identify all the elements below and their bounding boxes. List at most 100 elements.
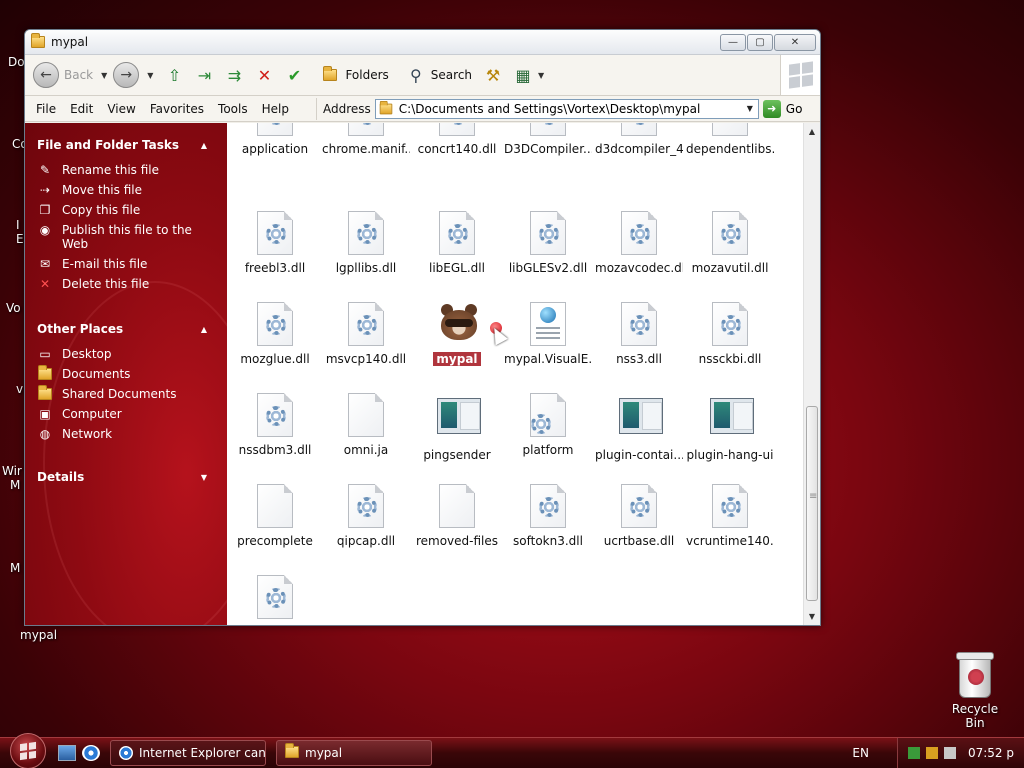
- security-tray-icon[interactable]: [925, 747, 938, 759]
- details-header[interactable]: Details ▼: [25, 467, 227, 487]
- collapse-icon[interactable]: ▲: [201, 325, 207, 334]
- file-item[interactable]: plugin-hang-ui: [686, 393, 774, 462]
- desktop-label[interactable]: M: [10, 561, 20, 575]
- desktop-label[interactable]: Do: [8, 55, 25, 69]
- place-desktop[interactable]: ▭ Desktop: [25, 347, 227, 361]
- up-folder-button[interactable]: ⇧: [163, 64, 185, 86]
- file-item[interactable]: nss3.dll: [595, 302, 683, 366]
- file-item[interactable]: lgpllibs.dll: [322, 211, 410, 275]
- views-button[interactable]: ▦: [512, 64, 534, 86]
- file-item[interactable]: libEGL.dll: [413, 211, 501, 275]
- menu-file[interactable]: File: [25, 102, 63, 116]
- desktop-label[interactable]: v: [16, 382, 23, 396]
- menu-tools[interactable]: Tools: [211, 102, 255, 116]
- task-copy[interactable]: ❐ Copy this file: [25, 203, 227, 217]
- ie-quicklaunch-icon[interactable]: [82, 745, 100, 761]
- file-item[interactable]: plugin-contai...: [595, 393, 683, 462]
- move-to-button[interactable]: ⇥: [193, 64, 215, 86]
- address-dropdown-icon[interactable]: ▼: [742, 104, 758, 113]
- delete-button[interactable]: ✕: [253, 64, 275, 86]
- file-folder-tasks-header[interactable]: File and Folder Tasks ▲: [25, 135, 227, 155]
- file-item[interactable]: precomplete: [231, 484, 319, 548]
- vertical-scrollbar[interactable]: ▲ ▼: [803, 123, 820, 625]
- file-item[interactable]: omni.ja: [322, 393, 410, 457]
- file-item[interactable]: dependentlibs...: [686, 123, 774, 156]
- menu-edit[interactable]: Edit: [63, 102, 100, 116]
- copy-to-button[interactable]: ⇉: [223, 64, 245, 86]
- maximize-button[interactable]: ▢: [747, 33, 773, 51]
- menu-view[interactable]: View: [100, 102, 142, 116]
- desktop-label[interactable]: Vo: [6, 301, 21, 315]
- taskbar-button-mypal[interactable]: mypal: [276, 740, 432, 766]
- minimize-button[interactable]: —: [720, 33, 746, 51]
- desktop-label[interactable]: E: [16, 232, 24, 246]
- file-item[interactable]: application: [231, 123, 319, 156]
- file-item[interactable]: nssdbm3.dll: [231, 393, 319, 457]
- folder-options-button[interactable]: ⚒: [482, 64, 504, 86]
- file-item[interactable]: concrt140.dll: [413, 123, 501, 156]
- file-item[interactable]: vcruntime140....: [686, 484, 774, 548]
- go-button[interactable]: ➜ Go: [762, 99, 802, 118]
- task-move[interactable]: ⇢ Move this file: [25, 183, 227, 197]
- file-item[interactable]: nssckbi.dll: [686, 302, 774, 366]
- mypal-raccoon-icon: [437, 302, 477, 348]
- file-item[interactable]: msvcp140.dll: [322, 302, 410, 366]
- desktop-icon-mypal[interactable]: mypal: [20, 628, 57, 642]
- file-item[interactable]: mypal: [413, 302, 501, 369]
- desktop-label[interactable]: I: [16, 218, 20, 232]
- place-computer[interactable]: ▣ Computer: [25, 407, 227, 421]
- desktop-label[interactable]: M: [10, 478, 20, 492]
- forward-history-dropdown[interactable]: ▼: [147, 71, 153, 80]
- start-button[interactable]: [10, 733, 46, 768]
- show-desktop-icon[interactable]: [58, 745, 76, 761]
- title-bar[interactable]: mypal — ▢ ✕: [25, 30, 820, 55]
- file-item[interactable]: removed-files: [413, 484, 501, 548]
- collapse-icon[interactable]: ▲: [201, 141, 207, 150]
- task-rename[interactable]: ✎ Rename this file: [25, 163, 227, 177]
- file-item[interactable]: mozavcodec.dll: [595, 211, 683, 275]
- volume-tray-icon[interactable]: [943, 747, 956, 759]
- task-delete[interactable]: ✕ Delete this file: [25, 277, 227, 291]
- file-item[interactable]: freebl3.dll: [231, 211, 319, 275]
- file-item[interactable]: platform: [504, 393, 592, 457]
- back-history-dropdown[interactable]: ▼: [101, 71, 107, 80]
- forward-button[interactable]: →: [113, 62, 140, 88]
- file-item[interactable]: pingsender: [413, 393, 501, 462]
- task-publish-web[interactable]: ◉ Publish this file to the Web: [25, 223, 227, 251]
- file-item[interactable]: ucrtbase.dll: [595, 484, 683, 548]
- menu-favorites[interactable]: Favorites: [143, 102, 211, 116]
- close-button[interactable]: ✕: [774, 33, 816, 51]
- file-item[interactable]: mypal.VisualE...: [504, 302, 592, 366]
- file-item[interactable]: mozglue.dll: [231, 302, 319, 366]
- scroll-up-icon[interactable]: ▲: [804, 123, 820, 140]
- place-network[interactable]: ◍ Network: [25, 427, 227, 441]
- language-indicator[interactable]: EN: [852, 746, 869, 760]
- menu-help[interactable]: Help: [255, 102, 296, 116]
- folders-button[interactable]: Folders: [315, 64, 389, 86]
- task-email[interactable]: ✉ E-mail this file: [25, 257, 227, 271]
- file-item[interactable]: libGLESv2.dll: [504, 211, 592, 275]
- search-button[interactable]: ⚲ Search: [401, 64, 472, 86]
- file-item[interactable]: d3dcompiler_4...: [595, 123, 683, 156]
- address-input[interactable]: C:\Documents and Settings\Vortex\Desktop…: [374, 98, 759, 119]
- file-item[interactable]: xul.dll: [231, 575, 319, 625]
- expand-icon[interactable]: ▼: [201, 473, 207, 482]
- file-item[interactable]: qipcap.dll: [322, 484, 410, 548]
- place-shared-documents[interactable]: Shared Documents: [25, 385, 227, 401]
- properties-button[interactable]: ✔: [283, 64, 305, 86]
- place-documents[interactable]: Documents: [25, 365, 227, 381]
- views-dropdown[interactable]: ▼: [538, 71, 544, 80]
- scroll-down-icon[interactable]: ▼: [804, 608, 820, 625]
- network-tray-icon[interactable]: [907, 747, 920, 759]
- back-button[interactable]: ←: [33, 62, 59, 88]
- clock[interactable]: 07:52 p: [968, 746, 1014, 760]
- file-item[interactable]: softokn3.dll: [504, 484, 592, 548]
- taskbar-button-ie[interactable]: Internet Explorer can...: [110, 740, 266, 766]
- file-item[interactable]: chrome.manif...: [322, 123, 410, 156]
- file-item[interactable]: mozavutil.dll: [686, 211, 774, 275]
- desktop-label[interactable]: Wir: [2, 464, 22, 478]
- file-item[interactable]: D3DCompiler...: [504, 123, 592, 156]
- scroll-thumb[interactable]: [806, 406, 818, 601]
- desktop-icon-recycle-bin[interactable]: Recycle Bin: [942, 652, 1008, 730]
- other-places-header[interactable]: Other Places ▲: [25, 319, 227, 339]
